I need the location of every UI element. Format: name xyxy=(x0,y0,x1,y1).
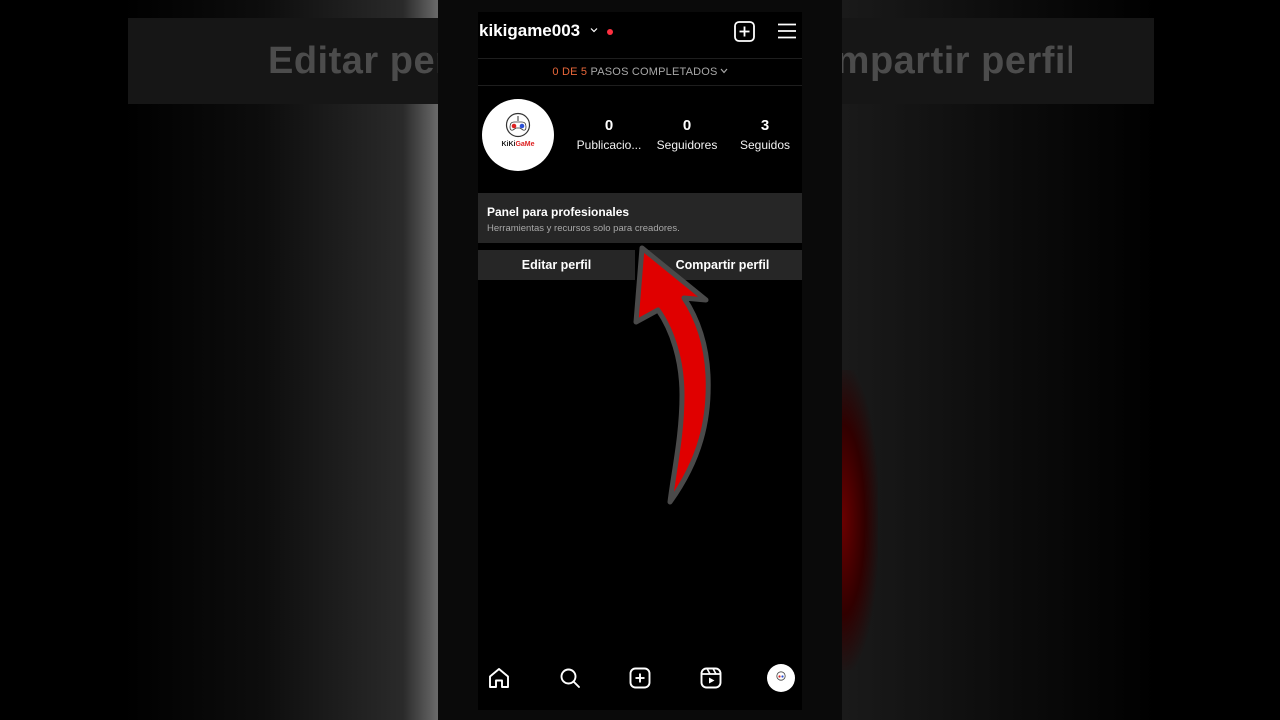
notification-dot xyxy=(607,29,613,35)
search-icon[interactable] xyxy=(558,666,582,690)
gamepad-logo-icon xyxy=(776,671,786,681)
red-arrow-annotation xyxy=(633,245,711,505)
background-red-blur xyxy=(842,370,878,670)
stat-posts-label: Publicacio... xyxy=(576,138,642,152)
background-blur-right xyxy=(842,0,1280,720)
top-bar: kikigame003 xyxy=(478,12,802,54)
username[interactable]: kikigame003 xyxy=(479,21,580,41)
reels-icon[interactable] xyxy=(699,666,723,690)
background-text-left: Editar perfil xyxy=(268,40,438,82)
profile-avatar-nav[interactable] xyxy=(767,664,795,692)
steps-count: 0 DE 5 xyxy=(552,66,588,78)
stat-followers-value: 0 xyxy=(682,117,692,134)
background-blur-left xyxy=(0,0,438,720)
stat-following-value: 3 xyxy=(760,117,770,134)
gamepad-logo-icon xyxy=(505,112,531,138)
stat-posts-value: 0 xyxy=(604,117,614,134)
steps-text: 0 DE 5 PASOS COMPLETADOS xyxy=(552,66,728,78)
add-post-icon[interactable] xyxy=(734,21,755,42)
stat-following-label: Seguidos xyxy=(739,138,791,152)
stat-followers-label: Seguidores xyxy=(656,138,718,152)
background-text-right: Compartir perfil xyxy=(842,40,1072,83)
avatar-brand-text: KiKiGaMe xyxy=(482,141,554,148)
background-text-right-label: Compartir perfil xyxy=(842,40,1072,82)
chevron-down-icon xyxy=(720,68,728,74)
pro-panel-title: Panel para profesionales xyxy=(487,205,630,219)
menu-icon[interactable] xyxy=(778,23,796,39)
create-icon[interactable] xyxy=(628,666,652,690)
home-icon[interactable] xyxy=(487,666,511,690)
avatar-brand-b: GaMe xyxy=(515,141,535,148)
avatar-brand-a: KiKi xyxy=(501,141,516,148)
bottom-navigation xyxy=(478,660,802,696)
steps-progress-bar[interactable]: 0 DE 5 PASOS COMPLETADOS xyxy=(478,58,802,86)
steps-label: PASOS COMPLETADOS xyxy=(590,66,718,78)
edit-profile-button[interactable]: Editar perfil xyxy=(478,250,635,280)
profile-avatar[interactable]: KiKiGaMe xyxy=(482,99,554,171)
stat-following[interactable]: 3 Seguidos xyxy=(729,117,801,152)
chevron-down-icon[interactable] xyxy=(590,26,598,34)
stat-followers[interactable]: 0 Seguidores xyxy=(651,117,723,152)
stat-posts[interactable]: 0 Publicacio... xyxy=(573,117,645,152)
